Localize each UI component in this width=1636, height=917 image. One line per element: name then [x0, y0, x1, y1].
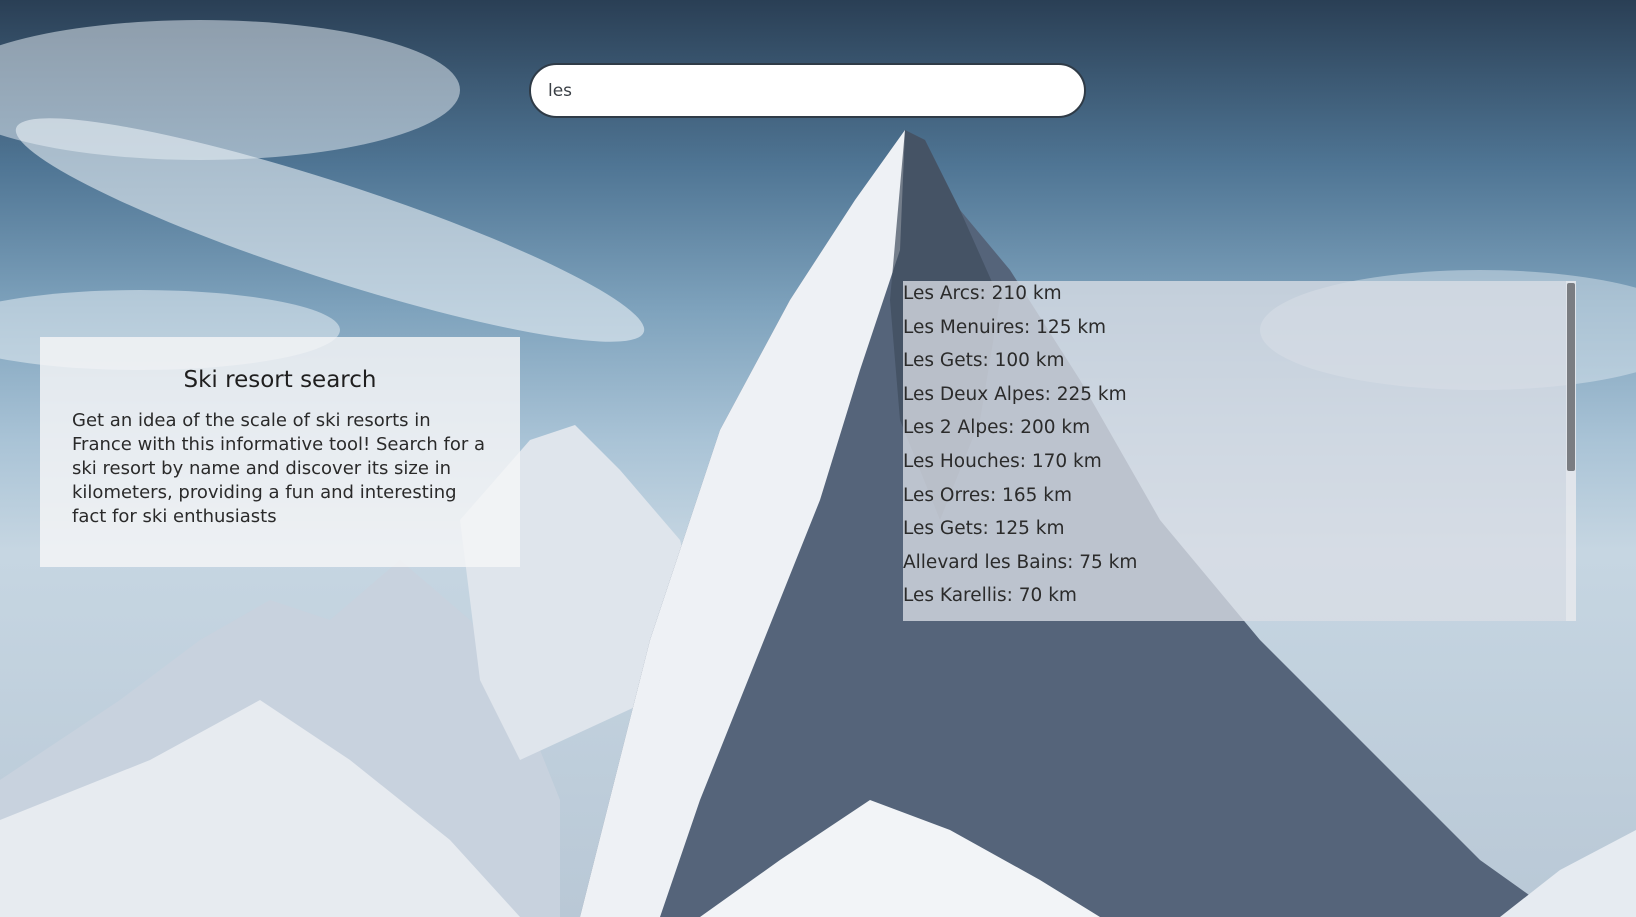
result-item[interactable]: Les 2 Alpes: 200 km — [903, 415, 1576, 449]
info-description: Get an idea of the scale of ski resorts … — [72, 410, 486, 527]
result-item[interactable]: Les Arcs: 210 km — [903, 281, 1576, 315]
result-item[interactable]: Les Gets: 100 km — [903, 348, 1576, 382]
scrollbar-thumb[interactable] — [1567, 283, 1575, 471]
info-title: Ski resort search — [183, 367, 377, 393]
search-bar[interactable] — [529, 63, 1086, 118]
result-item[interactable]: Les Karellis: 70 km — [903, 583, 1576, 617]
result-item[interactable]: Les Menuires: 125 km — [903, 315, 1576, 349]
result-item[interactable]: Allevard les Bains: 75 km — [903, 550, 1576, 584]
result-item[interactable]: Les Orres: 165 km — [903, 483, 1576, 517]
info-card: Ski resort search Get an idea of the sca… — [40, 337, 520, 567]
result-item[interactable]: Les Deux Alpes: 225 km — [903, 382, 1576, 416]
result-item[interactable]: Les Houches: 170 km — [903, 449, 1576, 483]
results-scrollbar[interactable] — [1566, 281, 1576, 621]
search-input[interactable] — [546, 79, 1084, 102]
results-dropdown[interactable]: Les Arcs: 210 km Les Menuires: 125 km Le… — [903, 281, 1576, 621]
results-list: Les Arcs: 210 km Les Menuires: 125 km Le… — [903, 281, 1576, 617]
result-item[interactable]: Les Gets: 125 km — [903, 516, 1576, 550]
